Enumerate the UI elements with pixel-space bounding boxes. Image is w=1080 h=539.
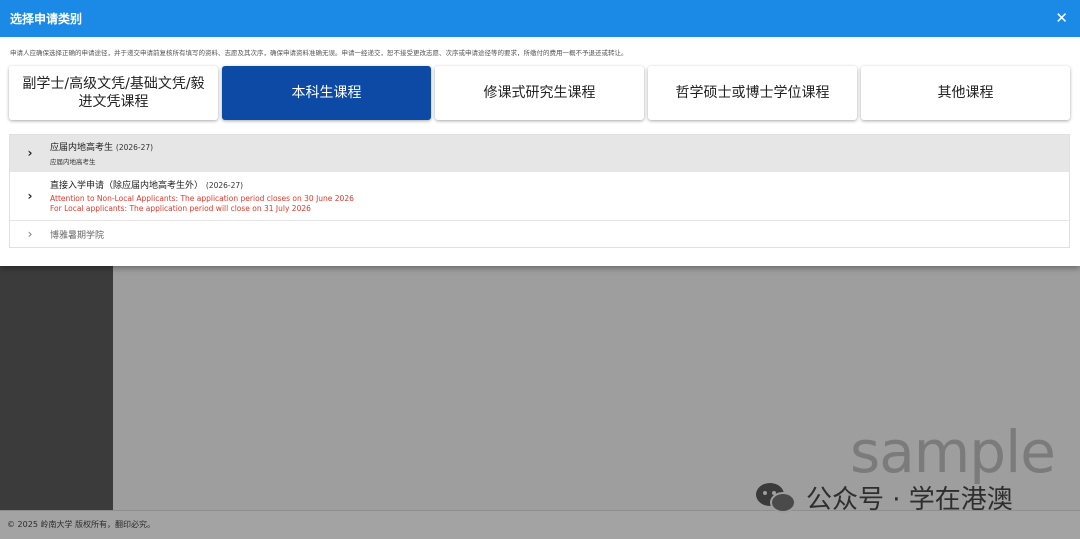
- list-item-title: 应届内地高考生: [50, 143, 114, 153]
- sample-watermark: sample: [850, 418, 1056, 486]
- application-notice: 申请人应确保选择正确的申请途径，并于递交申请前复核所有填写的资料、志愿及其次序，…: [10, 49, 628, 57]
- tab-other-programmes[interactable]: 其他课程: [861, 66, 1070, 120]
- chevron-right-icon: ›: [27, 146, 33, 160]
- local-deadline-warning: For Local applicants: The application pe…: [50, 204, 311, 213]
- list-item-year: (2026-27): [115, 143, 154, 152]
- chevron-right-icon: ›: [27, 189, 33, 203]
- list-item-subtitle: 应届内地高考生: [50, 158, 96, 166]
- tab-taught-postgraduate[interactable]: 修课式研究生课程: [435, 66, 644, 120]
- list-item-direct-admission[interactable]: › 直接入学申请（除应届内地高考生外） (2026-27) Attention …: [10, 172, 1069, 221]
- tab-undergraduate[interactable]: 本科生课程: [222, 66, 431, 120]
- select-application-category-dialog: 选择申请类别 ✕ 申请人应确保选择正确的申请途径，并于递交申请前复核所有填写的资…: [0, 0, 1080, 266]
- non-local-deadline-warning: Attention to Non-Local Applicants: The a…: [50, 194, 354, 204]
- tab-research-postgraduate[interactable]: 哲学硕士或博士学位课程: [648, 66, 857, 120]
- application-route-list: › 应届内地高考生 (2026-27) 应届内地高考生 › 直接入学申请（除应届…: [9, 134, 1070, 248]
- list-item-title: 直接入学申请（除应届内地高考生外）: [50, 181, 204, 192]
- list-item-year: (2026-27): [205, 181, 244, 191]
- list-item-title: 博雅暑期学院: [50, 230, 105, 241]
- footer-copyright: © 2025 岭南大学 版权所有，翻印必究。: [7, 520, 155, 529]
- tab-sub-degree[interactable]: 副学士/高级文凭/基础文凭/毅进文凭课程: [9, 66, 218, 120]
- wechat-watermark: 公众号 · 学在港澳: [756, 479, 1013, 516]
- close-icon[interactable]: ✕: [1055, 11, 1068, 26]
- list-item-summer-institute[interactable]: › 博雅暑期学院: [10, 221, 1069, 247]
- list-item-mainland-gaokao[interactable]: › 应届内地高考生 (2026-27) 应届内地高考生: [10, 135, 1069, 172]
- wechat-icon: [756, 481, 798, 515]
- chevron-right-icon: ›: [27, 227, 33, 241]
- wechat-watermark-text: 公众号 · 学在港澳: [806, 485, 1013, 515]
- dialog-header: 选择申请类别 ✕: [0, 0, 1080, 37]
- category-tabs: 副学士/高级文凭/基础文凭/毅进文凭课程 本科生课程 修课式研究生课程 哲学硕士…: [0, 58, 1080, 120]
- dialog-title: 选择申请类别: [10, 12, 83, 26]
